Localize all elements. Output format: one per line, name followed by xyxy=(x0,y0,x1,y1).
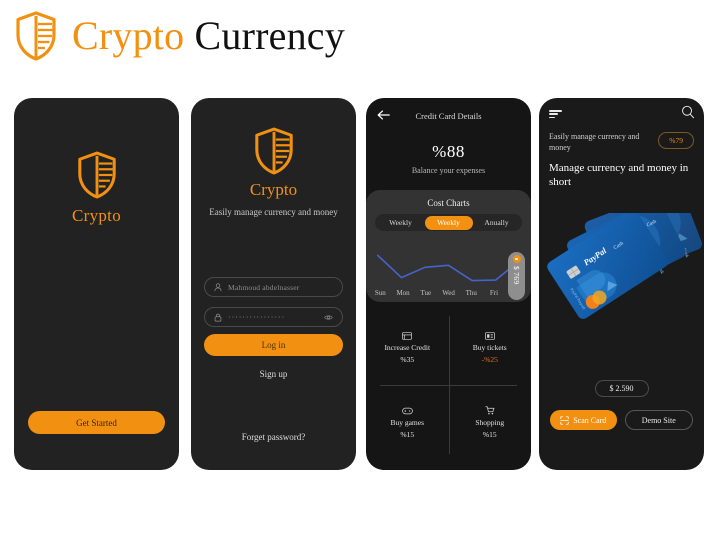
hamburger-icon[interactable] xyxy=(549,110,562,120)
cart-icon xyxy=(485,406,495,415)
stat-shopping[interactable]: Shopping %15 xyxy=(449,385,532,460)
marker-value: $ 769 xyxy=(512,266,521,285)
password-value: ················ xyxy=(228,312,286,322)
status-badge[interactable]: %79 xyxy=(658,132,694,149)
stat-value: %35 xyxy=(400,354,415,364)
chart-x-label: Thu xyxy=(465,289,477,297)
mockup-row: Crypto Get Started Crypto Easily manage … xyxy=(0,98,720,470)
demo-site-button[interactable]: Demo Site xyxy=(624,410,693,430)
chart-x-label: Mon xyxy=(396,289,410,297)
brand-word-currency: Currency xyxy=(194,13,345,58)
chart-x-label: Tue xyxy=(420,289,432,297)
chart-x-label: Sun xyxy=(374,289,386,297)
coin-icon xyxy=(512,255,521,263)
brand-header: Crypto Currency xyxy=(14,10,345,62)
shield-icon xyxy=(77,151,116,199)
page-title: Credit Card Details xyxy=(415,111,482,121)
login-button[interactable]: Log in xyxy=(204,334,343,356)
brand-title: Crypto Currency xyxy=(72,16,345,56)
login-logo-group: Crypto Easily manage currency and money xyxy=(191,126,356,218)
wallet-heading: Manage currency and money in short xyxy=(549,161,689,188)
shield-icon xyxy=(254,127,293,175)
username-value: Mahmoud abdelnasser xyxy=(228,282,300,292)
wallet-amount: $ 2.590 xyxy=(539,378,704,397)
signup-link[interactable]: Sign up xyxy=(191,369,356,379)
phone-screen-splash: Crypto Get Started xyxy=(14,98,179,470)
app-name: Crypto xyxy=(71,206,122,225)
expense-stats-grid: Increase Credit %35 Buy tickets -%25 Buy… xyxy=(366,310,531,460)
ticket-icon xyxy=(484,331,495,340)
forget-password-link[interactable]: Forget password? xyxy=(191,432,356,442)
credit-card-icon xyxy=(402,331,413,340)
chart-range-segmented-control[interactable]: Weekly Weekly Anually xyxy=(375,214,522,231)
scan-icon xyxy=(560,415,569,425)
eye-icon[interactable] xyxy=(324,314,333,321)
segment-weekly-2[interactable]: Weekly xyxy=(424,215,473,230)
wallet-kicker-row: Easily manage currency and money %79 xyxy=(539,128,704,154)
password-field[interactable]: ················ xyxy=(204,307,343,327)
scan-card-button[interactable]: Scan Card xyxy=(550,410,617,430)
scan-card-label: Scan Card xyxy=(573,415,607,425)
card-details-header: Credit Card Details %88 Balance your exp… xyxy=(366,98,531,190)
phone-screen-card-details: Credit Card Details %88 Balance your exp… xyxy=(366,98,531,470)
login-subtitle: Easily manage currency and money xyxy=(209,207,338,217)
amount-value: $ 2.590 xyxy=(594,380,649,397)
balance-percent: %88 xyxy=(432,142,465,161)
username-field[interactable]: Mahmoud abdelnasser xyxy=(204,277,343,297)
app-name: Crypto xyxy=(249,180,298,199)
chart-x-axis-labels: SunMonTueWedThuFriSat xyxy=(366,289,531,297)
stat-label: Buy games xyxy=(390,417,425,427)
cost-chart-card: Cost Charts Weekly Weekly Anually Sun Mon… xyxy=(366,190,531,302)
stat-buy-games[interactable]: Buy games %15 xyxy=(366,385,449,460)
grid-divider-horizontal xyxy=(380,385,517,386)
chart-x-label: Wed xyxy=(442,289,455,297)
stat-value: -%25 xyxy=(481,354,498,364)
chart-value-marker[interactable]: $ 769 xyxy=(508,252,525,300)
get-started-button[interactable]: Get Started xyxy=(28,411,165,434)
chart-title: Cost Charts xyxy=(427,198,470,208)
balance-caption: Balance your expenses xyxy=(411,166,486,175)
phone-screen-wallet: Easily manage currency and money %79 Man… xyxy=(539,98,704,470)
gamepad-icon xyxy=(401,407,413,414)
stat-buy-tickets[interactable]: Buy tickets -%25 xyxy=(449,310,532,385)
chart-x-label: Fri xyxy=(489,289,499,297)
stat-label: Shopping xyxy=(475,418,505,427)
stat-increase-credit[interactable]: Increase Credit %35 xyxy=(366,310,449,385)
wallet-kicker: Easily manage currency and money xyxy=(549,132,640,152)
stat-label: Buy tickets xyxy=(472,342,507,352)
lock-icon xyxy=(214,313,222,322)
phone-screen-login: Crypto Easily manage currency and money … xyxy=(191,98,356,470)
splash-logo-group: Crypto xyxy=(14,150,179,226)
user-icon xyxy=(214,282,222,291)
stat-value: %15 xyxy=(400,429,415,439)
segment-anually[interactable]: Anually xyxy=(473,216,521,230)
stat-value: %15 xyxy=(482,430,497,439)
segment-weekly-1[interactable]: Weekly xyxy=(377,216,425,230)
line-chart-plot: SunMonTueWedThuFriSat $ 769 xyxy=(366,250,531,302)
wallet-actions: Scan Card Demo Site xyxy=(550,410,693,430)
stat-label: Increase Credit xyxy=(384,342,431,352)
brand-word-crypto: Crypto xyxy=(72,13,185,58)
search-icon[interactable] xyxy=(681,105,695,119)
wallet-top-bar xyxy=(539,98,704,128)
shield-icon xyxy=(16,11,56,61)
